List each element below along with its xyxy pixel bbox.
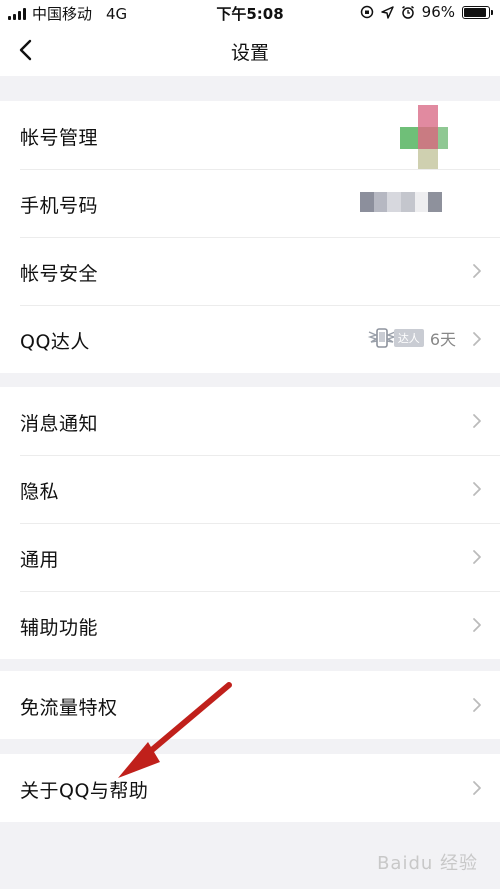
row-label: 帐号管理 [20,127,99,149]
row-notifications[interactable]: 消息通知 [0,387,500,455]
chevron-right-icon [473,482,481,496]
row-general[interactable]: 通用 [0,523,500,591]
row-free-data[interactable]: 免流量特权 [0,671,500,739]
row-label: 通用 [20,549,60,571]
row-label: 免流量特权 [20,697,118,719]
phone-number-blurred [360,192,443,212]
battery-icon [462,5,493,19]
row-label: QQ达人 [20,331,90,353]
row-account-security[interactable]: 帐号安全 [0,237,500,305]
daren-days: 6天 [429,330,456,349]
chevron-right-icon [473,332,481,346]
row-privacy[interactable]: 隐私 [0,455,500,523]
alarm-icon [401,5,414,19]
watermark: Baidu 经验 [377,853,478,874]
row-qq-daren[interactable]: QQ达人 达人 6天 [0,305,500,373]
daren-info: 达人 6天 [367,326,456,350]
row-about-help[interactable]: 关于QQ与帮助 [0,754,500,822]
row-label: 帐号安全 [20,263,99,285]
row-accessibility[interactable]: 辅助功能 [0,591,500,659]
daren-badge-text: 达人 [393,329,424,347]
nav-bar: 设置 [0,26,500,76]
battery-percent: 96% [421,3,455,21]
chevron-right-icon [473,264,481,278]
chevron-right-icon [473,414,481,428]
row-label: 消息通知 [20,413,99,435]
row-label: 手机号码 [20,195,99,217]
settings-group-data: 免流量特权 [0,671,500,739]
winged-phone-icon [367,328,397,348]
row-label: 隐私 [20,481,60,503]
settings-group-about: 关于QQ与帮助 [0,754,500,822]
chevron-right-icon [473,618,481,632]
row-phone-number[interactable]: 手机号码 [0,169,500,237]
chevron-right-icon [473,781,481,795]
row-label: 关于QQ与帮助 [20,780,149,802]
daren-badge: 达人 [367,327,424,349]
location-icon [380,5,394,19]
status-right: 96% [360,3,493,21]
settings-group-account: 帐号管理 手机号码 帐号安全 QQ达人 达人 6天 [0,101,500,373]
chevron-right-icon [473,698,481,712]
avatar [400,105,448,169]
row-label: 辅助功能 [20,617,99,639]
settings-group-general: 消息通知 隐私 通用 辅助功能 [0,387,500,659]
battery-fill [464,7,486,17]
page-title: 设置 [230,42,269,64]
status-bar: 中国移动 4G 下午5:08 96% [0,0,500,26]
row-account-manage[interactable]: 帐号管理 [0,101,500,169]
orientation-lock-icon [360,5,373,19]
chevron-right-icon [473,550,481,564]
